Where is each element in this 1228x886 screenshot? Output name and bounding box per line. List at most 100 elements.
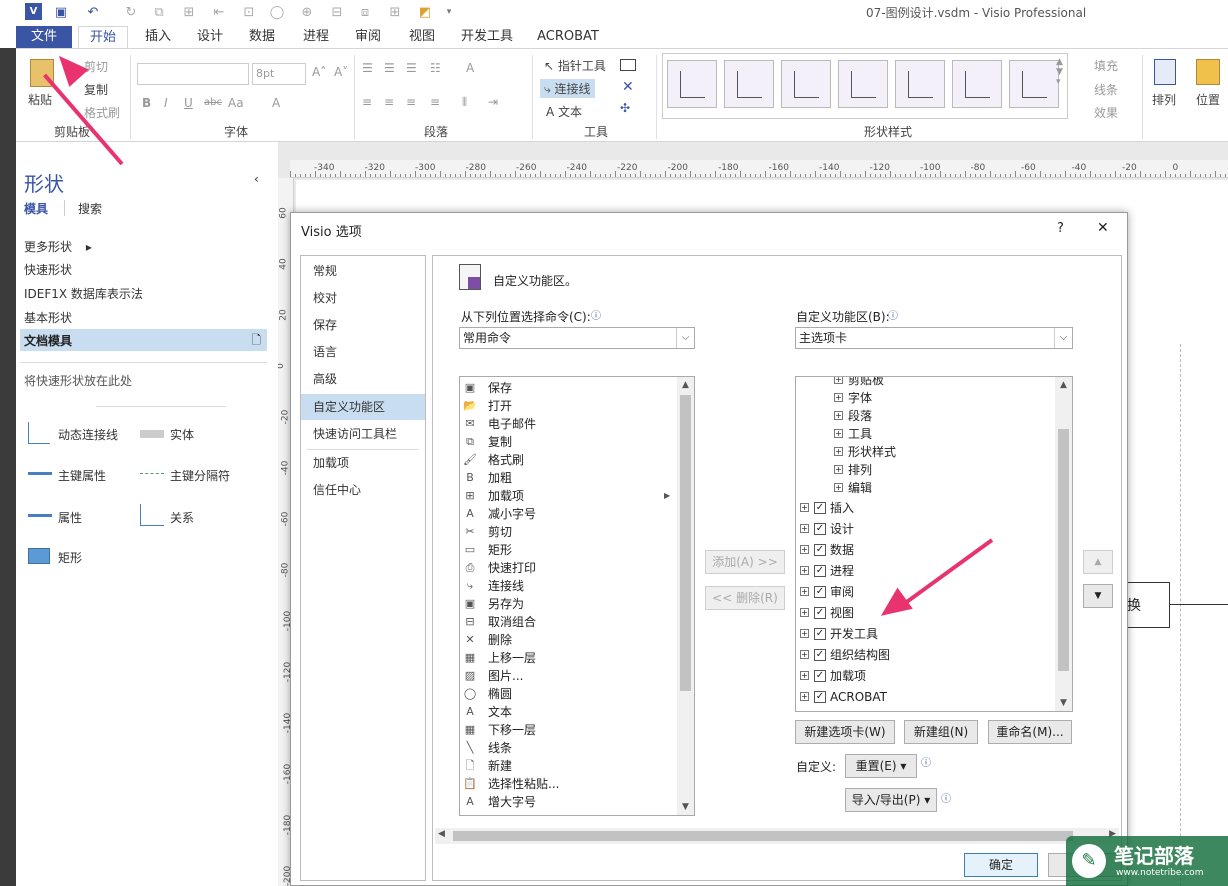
command-item[interactable]: ⊞ 加载项 ▶ — [460, 487, 678, 505]
change-case-button[interactable]: Aa — [228, 96, 244, 110]
tree-tab-item[interactable]: + ✓ 加载项 — [796, 667, 1056, 685]
expand-icon[interactable]: + — [834, 465, 843, 474]
tab-design[interactable]: 设计 — [188, 26, 232, 48]
qat-icon[interactable]: ◩ — [416, 3, 434, 21]
shrink-font-icon[interactable]: A˅ — [334, 65, 348, 79]
cut-button[interactable]: 剪切 — [84, 58, 108, 75]
scroll-thumb[interactable] — [680, 395, 691, 691]
underline-button[interactable]: U — [184, 96, 193, 110]
tab-checkbox[interactable]: ✓ — [814, 523, 826, 535]
command-item[interactable]: ✂ 剪切 — [460, 523, 678, 541]
font-name-combo[interactable] — [137, 63, 249, 85]
dynamic-connector-icon[interactable] — [28, 422, 50, 444]
tree-tab-item[interactable]: + ✓ 组织结构图 — [796, 646, 1056, 664]
command-item[interactable]: ⎙ 快速打印 — [460, 559, 678, 577]
tab-checkbox[interactable]: ✓ — [814, 691, 826, 703]
tab-data[interactable]: 数据 — [240, 26, 284, 48]
tree-group-item[interactable]: + 字体 — [796, 389, 1056, 407]
nav-quick-access[interactable]: 快速访问工具栏 — [301, 421, 425, 447]
font-color-icon[interactable]: A — [272, 96, 280, 110]
align-left-icon[interactable]: ≡ — [362, 95, 372, 109]
nav-save[interactable]: 保存 — [301, 312, 425, 338]
move-down-button[interactable]: ▼ — [1083, 584, 1113, 608]
rename-button[interactable]: 重命名(M)... — [988, 720, 1072, 744]
quick-shape-rectangle[interactable]: 矩形 — [58, 549, 82, 566]
align-top-icon[interactable]: ☰ — [362, 61, 373, 75]
entity-icon[interactable] — [140, 430, 164, 438]
expand-icon[interactable]: + — [800, 629, 809, 638]
align-center-icon[interactable]: ≡ — [384, 95, 394, 109]
scroll-down-icon[interactable]: ▼ — [1055, 695, 1072, 711]
command-item[interactable]: ◯ 椭圆 — [460, 685, 678, 703]
scroll-up-icon[interactable]: ▲ — [1055, 377, 1072, 393]
qat-icon[interactable]: ⊞ — [180, 3, 198, 21]
command-item[interactable]: A 减小字号 — [460, 505, 678, 523]
command-item[interactable]: 🗋 新建 — [460, 757, 678, 775]
expand-icon[interactable]: + — [800, 650, 809, 659]
expand-icon[interactable]: + — [800, 524, 809, 533]
command-item[interactable]: ▣ 另存为 — [460, 595, 678, 613]
command-item[interactable]: ⊟ 取消组合 — [460, 613, 678, 631]
save-icon[interactable]: ▣ — [52, 3, 70, 21]
command-item[interactable]: A 文本 — [460, 703, 678, 721]
style-swatch[interactable] — [724, 60, 774, 108]
tab-insert[interactable]: 插入 — [136, 26, 180, 48]
tab-checkbox[interactable]: ✓ — [814, 670, 826, 682]
qat-icon[interactable]: ⇤ — [210, 3, 228, 21]
reset-button[interactable]: 重置(E) ▾ — [845, 754, 917, 778]
command-item[interactable]: ⤷ 连接线 — [460, 577, 678, 595]
tree-tab-item[interactable]: + ✓ 设计 — [796, 520, 1056, 538]
close-tool-icon[interactable]: ✕ — [622, 79, 634, 95]
tab-file[interactable]: 文件 — [16, 26, 72, 48]
expand-icon[interactable]: + — [800, 503, 809, 512]
quick-shape-attribute[interactable]: 属性 — [58, 509, 82, 526]
tree-tab-item[interactable]: + ✓ 视图 — [796, 604, 1056, 622]
gallery-scroll-icon[interactable]: ▲ ▼ ▾ — [1056, 57, 1063, 87]
tree-scrollbar[interactable]: ▲ ▼ — [1055, 377, 1072, 711]
attribute-icon[interactable] — [28, 514, 52, 517]
command-item[interactable]: 🖌 格式刷 — [460, 451, 678, 469]
expand-icon[interactable]: + — [800, 671, 809, 680]
close-button[interactable]: ✕ — [1097, 220, 1109, 236]
expand-icon[interactable]: + — [834, 483, 843, 492]
redo-icon[interactable]: ↻ — [122, 3, 140, 21]
rectangle-tool-icon[interactable] — [620, 59, 636, 71]
command-item[interactable]: B 加粗 — [460, 469, 678, 487]
tab-acrobat[interactable]: ACROBAT — [532, 26, 604, 48]
bullets-icon[interactable]: ☷ — [430, 61, 441, 75]
separator-icon[interactable] — [140, 473, 164, 474]
expand-icon[interactable]: + — [834, 447, 843, 456]
command-item[interactable]: 📂 打开 — [460, 397, 678, 415]
tab-checkbox[interactable]: ✓ — [814, 649, 826, 661]
position-icon[interactable] — [1196, 59, 1220, 85]
copy-button[interactable]: 复制 — [84, 81, 108, 98]
tab-checkbox[interactable]: ✓ — [814, 565, 826, 577]
tree-tab-item[interactable]: + ✓ 插入 — [796, 499, 1056, 517]
quick-shape-pk-separator[interactable]: 主键分隔符 — [170, 467, 230, 484]
scroll-up-icon[interactable]: ▲ — [677, 377, 694, 393]
connection-point-icon[interactable]: ✣ — [620, 101, 630, 115]
collapse-pane-icon[interactable]: ‹ — [254, 172, 259, 186]
tab-review[interactable]: 审阅 — [346, 26, 390, 48]
tab-developer[interactable]: 开发工具 — [456, 26, 518, 48]
commands-scrollbar[interactable]: ▲ ▼ — [677, 377, 694, 815]
tab-checkbox[interactable]: ✓ — [814, 586, 826, 598]
style-swatch[interactable] — [1009, 60, 1059, 108]
add-button[interactable]: 添加(A) >> — [705, 550, 785, 574]
tree-tab-item[interactable]: +✓模具 — [796, 709, 1056, 711]
stencil-idef1x[interactable]: IDEF1X 数据库表示法 — [24, 285, 143, 302]
quick-shape-entity[interactable]: 实体 — [170, 426, 194, 443]
bold-button[interactable]: B — [142, 96, 151, 110]
arrange-button[interactable]: 排列 — [1152, 91, 1176, 108]
choose-commands-combo[interactable]: 常用命令 ⌵ — [459, 327, 695, 349]
command-item[interactable]: ▣ 保存 — [460, 379, 678, 397]
style-swatch[interactable] — [895, 60, 945, 108]
effects-button[interactable]: 效果 — [1094, 104, 1118, 121]
nav-addins[interactable]: 加载项 — [301, 450, 425, 476]
tab-process[interactable]: 进程 — [294, 26, 338, 48]
help-button[interactable]: ? — [1057, 221, 1064, 236]
ribbon-tree[interactable]: + 剪贴板 + 字体 + 段落 + 工具 + 形状样式 + 排列 + 编辑 + ✓ 插入 + ✓ 设计 + ✓ 数据 + ✓ 进程… — [795, 376, 1073, 712]
tree-group-item[interactable]: + 剪贴板 — [796, 377, 1056, 389]
tab-search[interactable]: 搜索 — [78, 200, 102, 217]
stencil-document[interactable]: 文档模具 🗋 — [20, 329, 267, 351]
